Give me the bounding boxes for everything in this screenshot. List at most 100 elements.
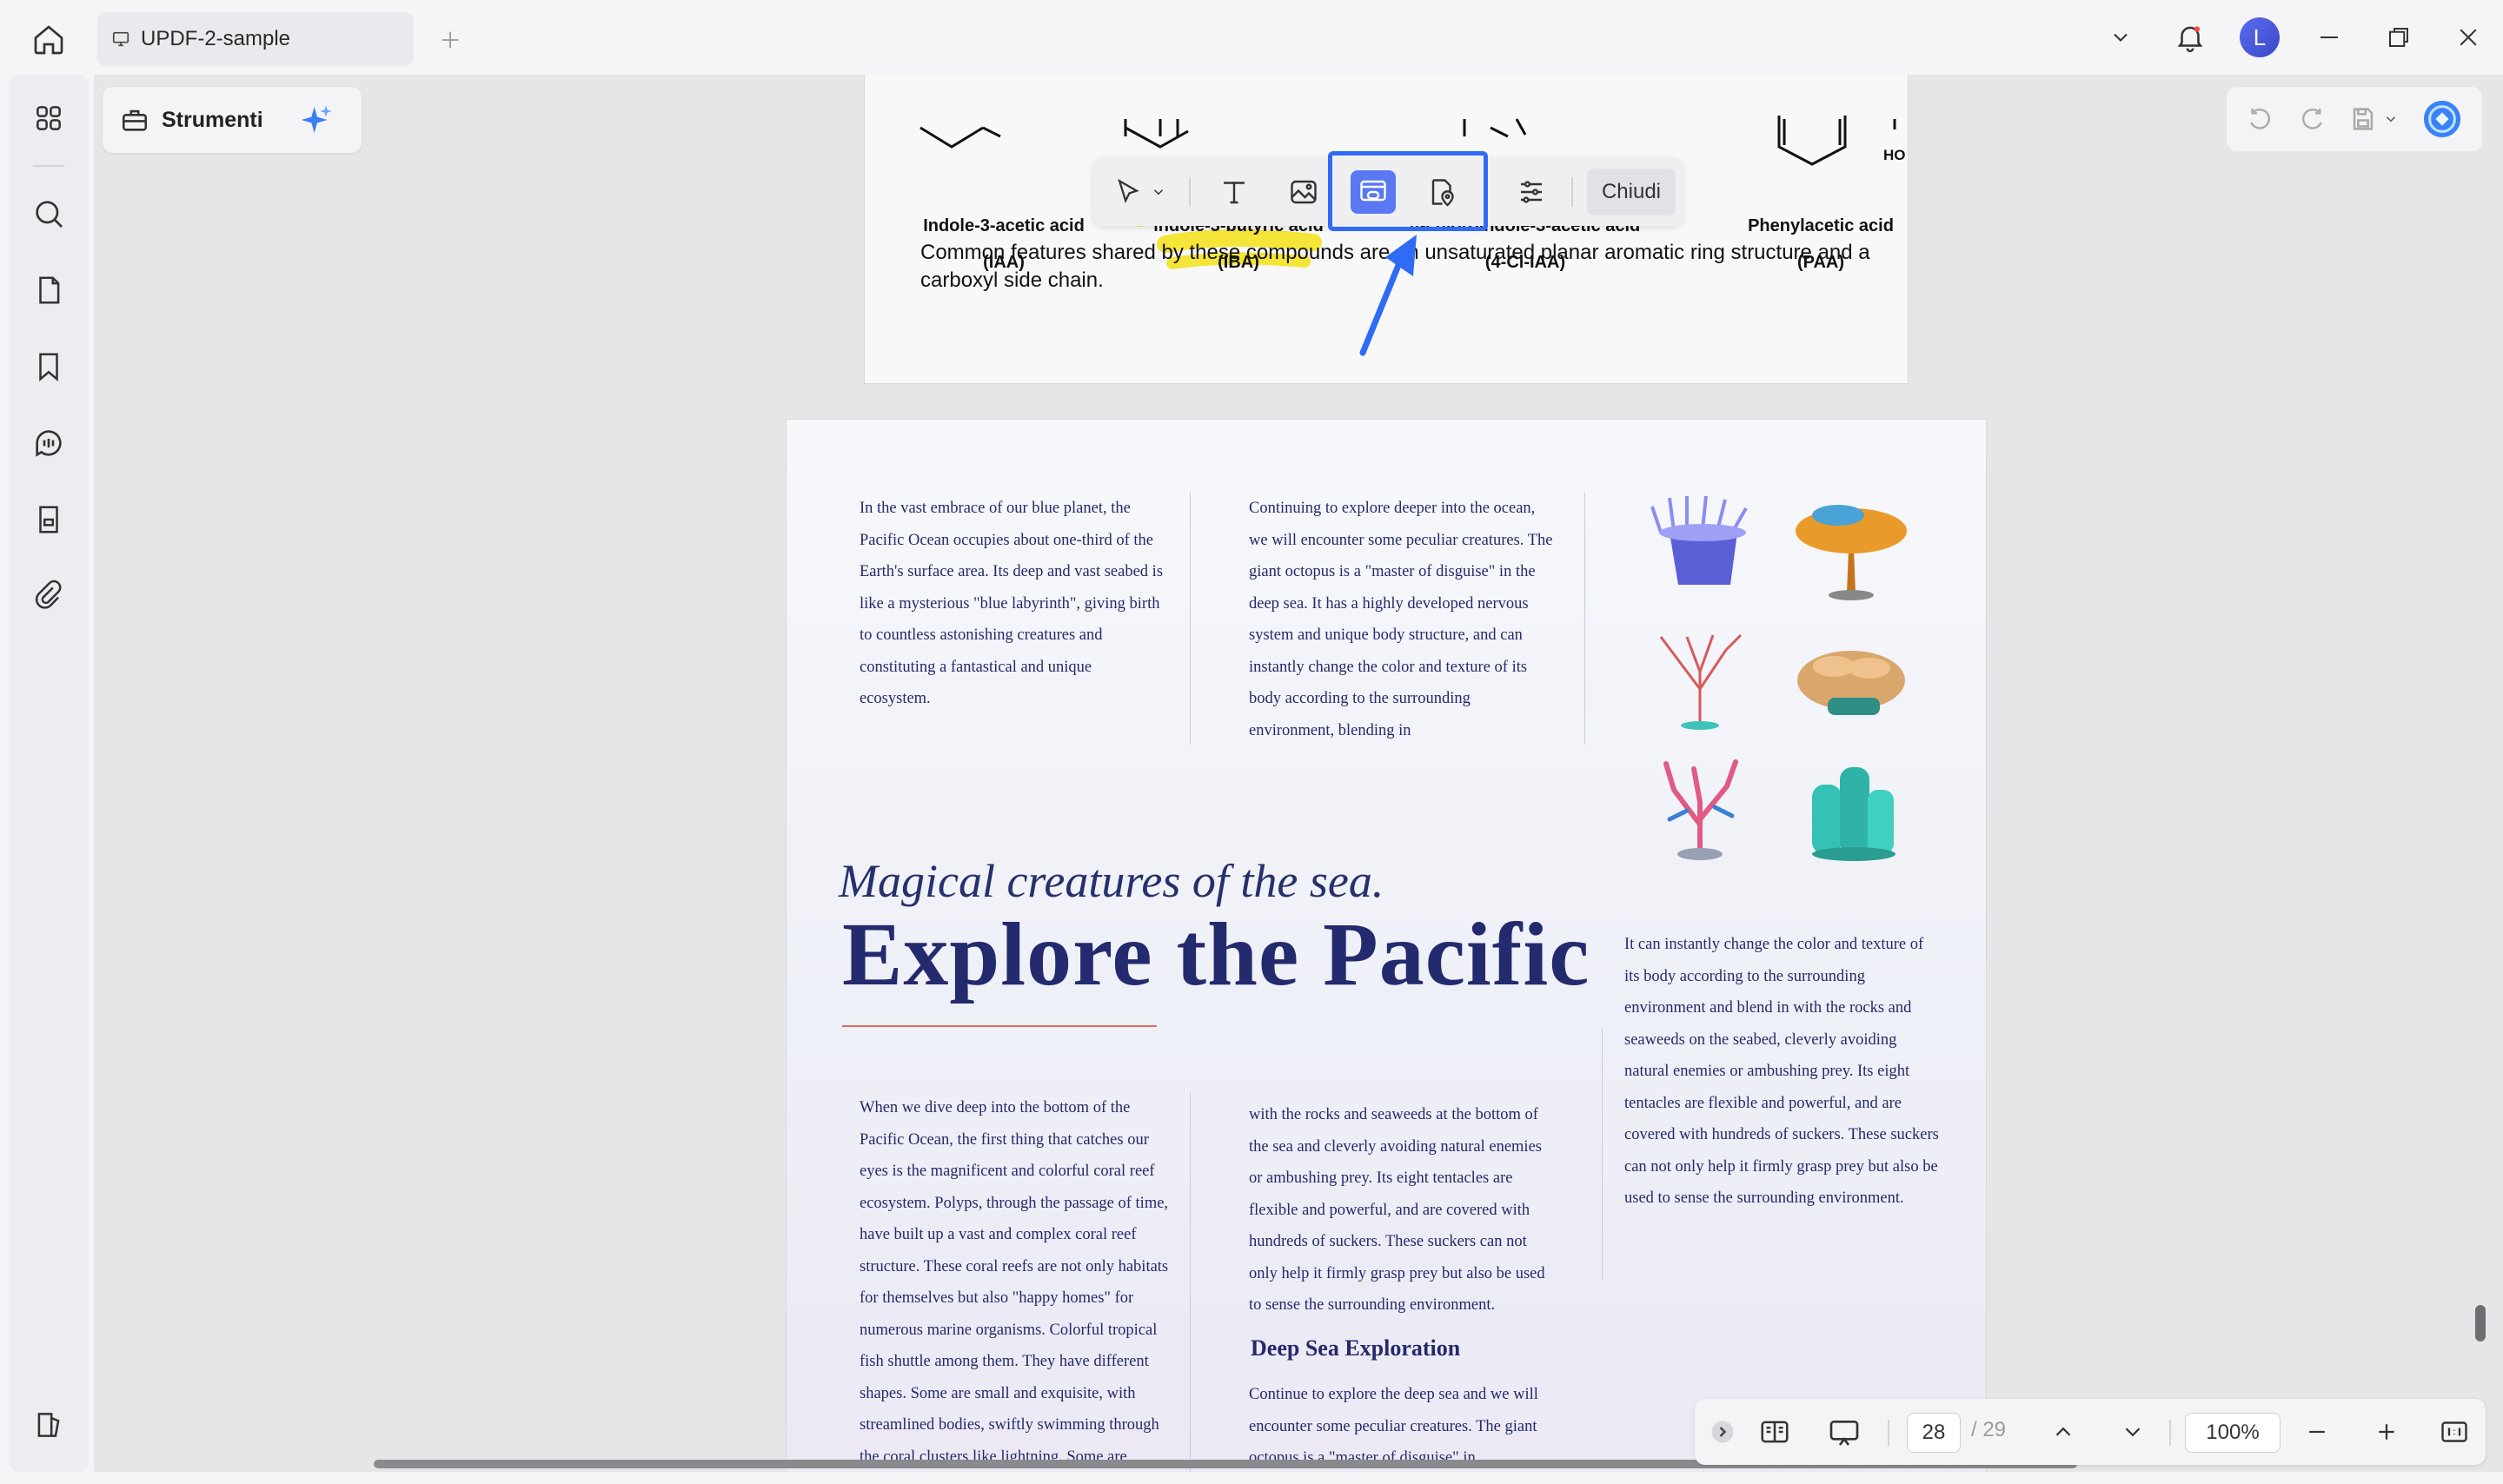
sidebar-item-comments[interactable] [28,422,70,464]
nav-separator [2169,1420,2171,1446]
attachment-icon [35,580,62,609]
callout-highlight-box [1328,151,1488,231]
actual-size-button[interactable] [2433,1411,2475,1453]
close-toolbar-button[interactable]: Chiudi [1587,169,1676,215]
column2-bottom-text: with the rocks and seaweeds at the botto… [1249,1106,1545,1314]
text-icon [1224,182,1245,204]
chevron-down-icon [1153,189,1164,195]
zoom-in-icon [2379,1424,2394,1440]
molecule-name-paa: Phenylacetic acid [1748,216,1894,235]
save-button[interactable] [2348,104,2399,134]
redo-icon [2301,108,2322,129]
total-pages-label: / 29 [1971,1418,2007,1441]
fit-page-icon [2441,1421,2467,1442]
user-avatar-button[interactable]: L [2225,0,2294,75]
title-bar: UPDF-2-sample L [0,0,2503,75]
search-icon [36,201,63,228]
zoom-in-button[interactable] [2366,1411,2407,1453]
bookmark-icon [39,353,58,381]
save-icon [2354,108,2374,130]
undo-button[interactable] [2247,105,2274,133]
deep-sea-heading: Deep Sea Exploration [1251,1335,1461,1361]
sidebar-toggle-button[interactable] [28,1404,70,1446]
image-icon [1291,180,1317,204]
sidebar-item-pages[interactable] [28,269,70,311]
undo-icon [2250,108,2271,129]
coral-tube-teal-image [1812,767,1896,861]
deep-sea-text: Continue to explore the deep sea and we … [1249,1386,1538,1467]
column-divider [1190,1092,1191,1472]
sidebar-item-search[interactable] [28,193,70,235]
ai-assistant-button[interactable] [2422,99,2462,139]
coral-branch-red-image [1659,633,1743,730]
next-page-button[interactable] [2112,1411,2154,1453]
strumenti-label: Strumenti [162,107,263,132]
zoom-out-button[interactable] [2296,1411,2338,1453]
previous-page-button[interactable] [2042,1411,2084,1453]
coral-anemone-image [1650,495,1748,585]
column-divider [1584,493,1585,745]
chevron-down-icon [2125,1428,2141,1437]
column1-bottom-text: When we dive deep into the bottom of the… [860,1099,1169,1466]
home-button[interactable] [26,19,71,61]
chevron-up-icon [2055,1427,2071,1436]
page-navigation-bar: 28 / 29 100% [1695,1399,2486,1465]
strumenti-button[interactable]: Strumenti [103,87,362,153]
toolbar-separator [1189,177,1191,207]
toolbox-icon [122,109,148,131]
zoom-level-input[interactable]: 100% [2185,1413,2281,1453]
reading-mode-button[interactable] [1754,1411,1796,1453]
grid-icon [37,106,61,130]
page-icon [39,276,60,304]
monitor-icon [112,31,129,47]
redo-button[interactable] [2298,105,2326,133]
properties-button[interactable] [1509,170,1554,214]
new-tab-button[interactable] [431,23,469,57]
sidebar-item-bookmarks[interactable] [28,346,70,388]
column-divider [1602,1028,1603,1280]
pdf-page-28: In the vast embrace of our blue planet, … [786,419,1987,1472]
minimize-icon [2320,36,2338,38]
minimize-button[interactable] [2294,0,2364,75]
close-icon [2460,29,2477,46]
coral-branch-pink-image [1663,759,1738,860]
ai-sparkle-icon [301,105,332,133]
maximize-icon [2389,28,2408,47]
sidebar-item-thumbnails[interactable] [28,97,70,139]
collapse-nav-button[interactable] [1707,1411,1738,1453]
vertical-scrollbar[interactable] [2475,1305,2486,1342]
current-page-input[interactable]: 28 [1907,1413,1961,1453]
add-image-button[interactable] [1281,170,1326,214]
nav-separator [1888,1420,1889,1446]
form-icon [39,506,58,533]
reading-mode-icon [1761,1421,1789,1443]
ai-assistant-icon [2423,100,2460,138]
tab-title: UPDF-2-sample [141,27,291,50]
tabs-dropdown-button[interactable] [2086,0,2155,75]
column2-top-text: Continuing to explore deeper into the oc… [1249,500,1553,739]
sidebar-item-forms[interactable] [28,499,70,540]
document-tab[interactable]: UPDF-2-sample [97,12,414,66]
column1-top-text: In the vast embrace of our blue planet, … [860,500,1164,707]
presentation-icon [1829,1421,1859,1446]
sidebar-toggle-icon [37,1413,60,1437]
zoom-out-icon [2309,1430,2325,1434]
comment-icon [36,430,62,457]
coral-tree-orange-image [1796,505,1907,600]
bell-icon [2177,26,2203,53]
select-icon [1118,178,1139,203]
coral-mushroom-image [1797,651,1905,715]
close-window-button[interactable] [2433,0,2503,75]
select-tool-button[interactable] [1105,170,1151,214]
chevron-down-icon [2114,33,2128,42]
notifications-button[interactable] [2155,0,2225,75]
toolbar-separator [1571,177,1573,207]
add-text-button[interactable] [1212,170,1257,214]
left-sidebar [9,75,89,1472]
select-tool-dropdown[interactable] [1147,170,1170,214]
callout-arrow [1359,235,1417,356]
presentation-button[interactable] [1823,1411,1865,1453]
page-subtitle: Magical creatures of the sea. [839,855,1384,907]
maximize-button[interactable] [2364,0,2433,75]
sidebar-item-attachments[interactable] [28,575,70,617]
